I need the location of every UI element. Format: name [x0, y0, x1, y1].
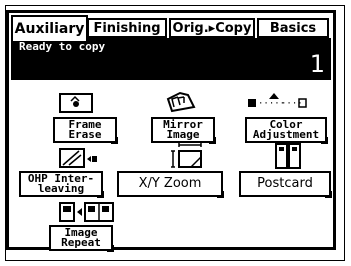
mirror-image-button[interactable]: Mirror Image	[151, 117, 216, 144]
button-label: X/Y Zoom	[138, 176, 202, 191]
tab-label: Orig.▸Copy	[172, 20, 252, 36]
image-repeat-icon	[59, 202, 114, 222]
button-label: Adjustment	[252, 128, 320, 141]
color-adjustment-button[interactable]: Color Adjustment	[245, 117, 328, 144]
tab-finishing[interactable]: Finishing	[87, 18, 167, 38]
tab-label: Finishing	[93, 20, 161, 36]
button-label: Postcard	[257, 176, 313, 191]
button-label: leaving	[37, 182, 85, 195]
ohp-interleaving-icon	[59, 148, 97, 168]
mirror-image-icon	[166, 91, 196, 113]
tab-label: Basics	[269, 20, 317, 36]
xy-zoom-button[interactable]: X/Y Zoom	[117, 171, 224, 198]
status-display: Ready to copy 1	[11, 38, 331, 80]
copier-control-panel: Auxiliary Finishing Orig.▸Copy Basics Re…	[6, 10, 336, 252]
button-label: Repeat	[61, 236, 101, 249]
color-adjustment-icon: ····· ····	[248, 93, 307, 109]
ohp-interleaving-button[interactable]: OHP Inter- leaving	[19, 171, 104, 198]
copy-count: 1	[309, 50, 325, 78]
button-label: Erase	[68, 128, 102, 141]
postcard-icon	[275, 143, 301, 169]
image-repeat-button[interactable]: Image Repeat	[49, 225, 114, 252]
status-message: Ready to copy	[19, 40, 106, 53]
postcard-button[interactable]: Postcard	[239, 171, 332, 198]
button-label: Image	[166, 128, 200, 141]
frame-erase-icon	[59, 93, 93, 113]
tab-bar: Auxiliary Finishing Orig.▸Copy Basics	[11, 15, 331, 41]
xy-zoom-icon	[171, 143, 202, 168]
tab-auxiliary[interactable]: Auxiliary	[11, 15, 88, 41]
tab-orig-copy[interactable]: Orig.▸Copy	[169, 18, 255, 38]
tab-basics[interactable]: Basics	[257, 18, 329, 38]
tab-label: Auxiliary	[14, 21, 85, 37]
frame-erase-button[interactable]: Frame Erase	[53, 117, 118, 144]
